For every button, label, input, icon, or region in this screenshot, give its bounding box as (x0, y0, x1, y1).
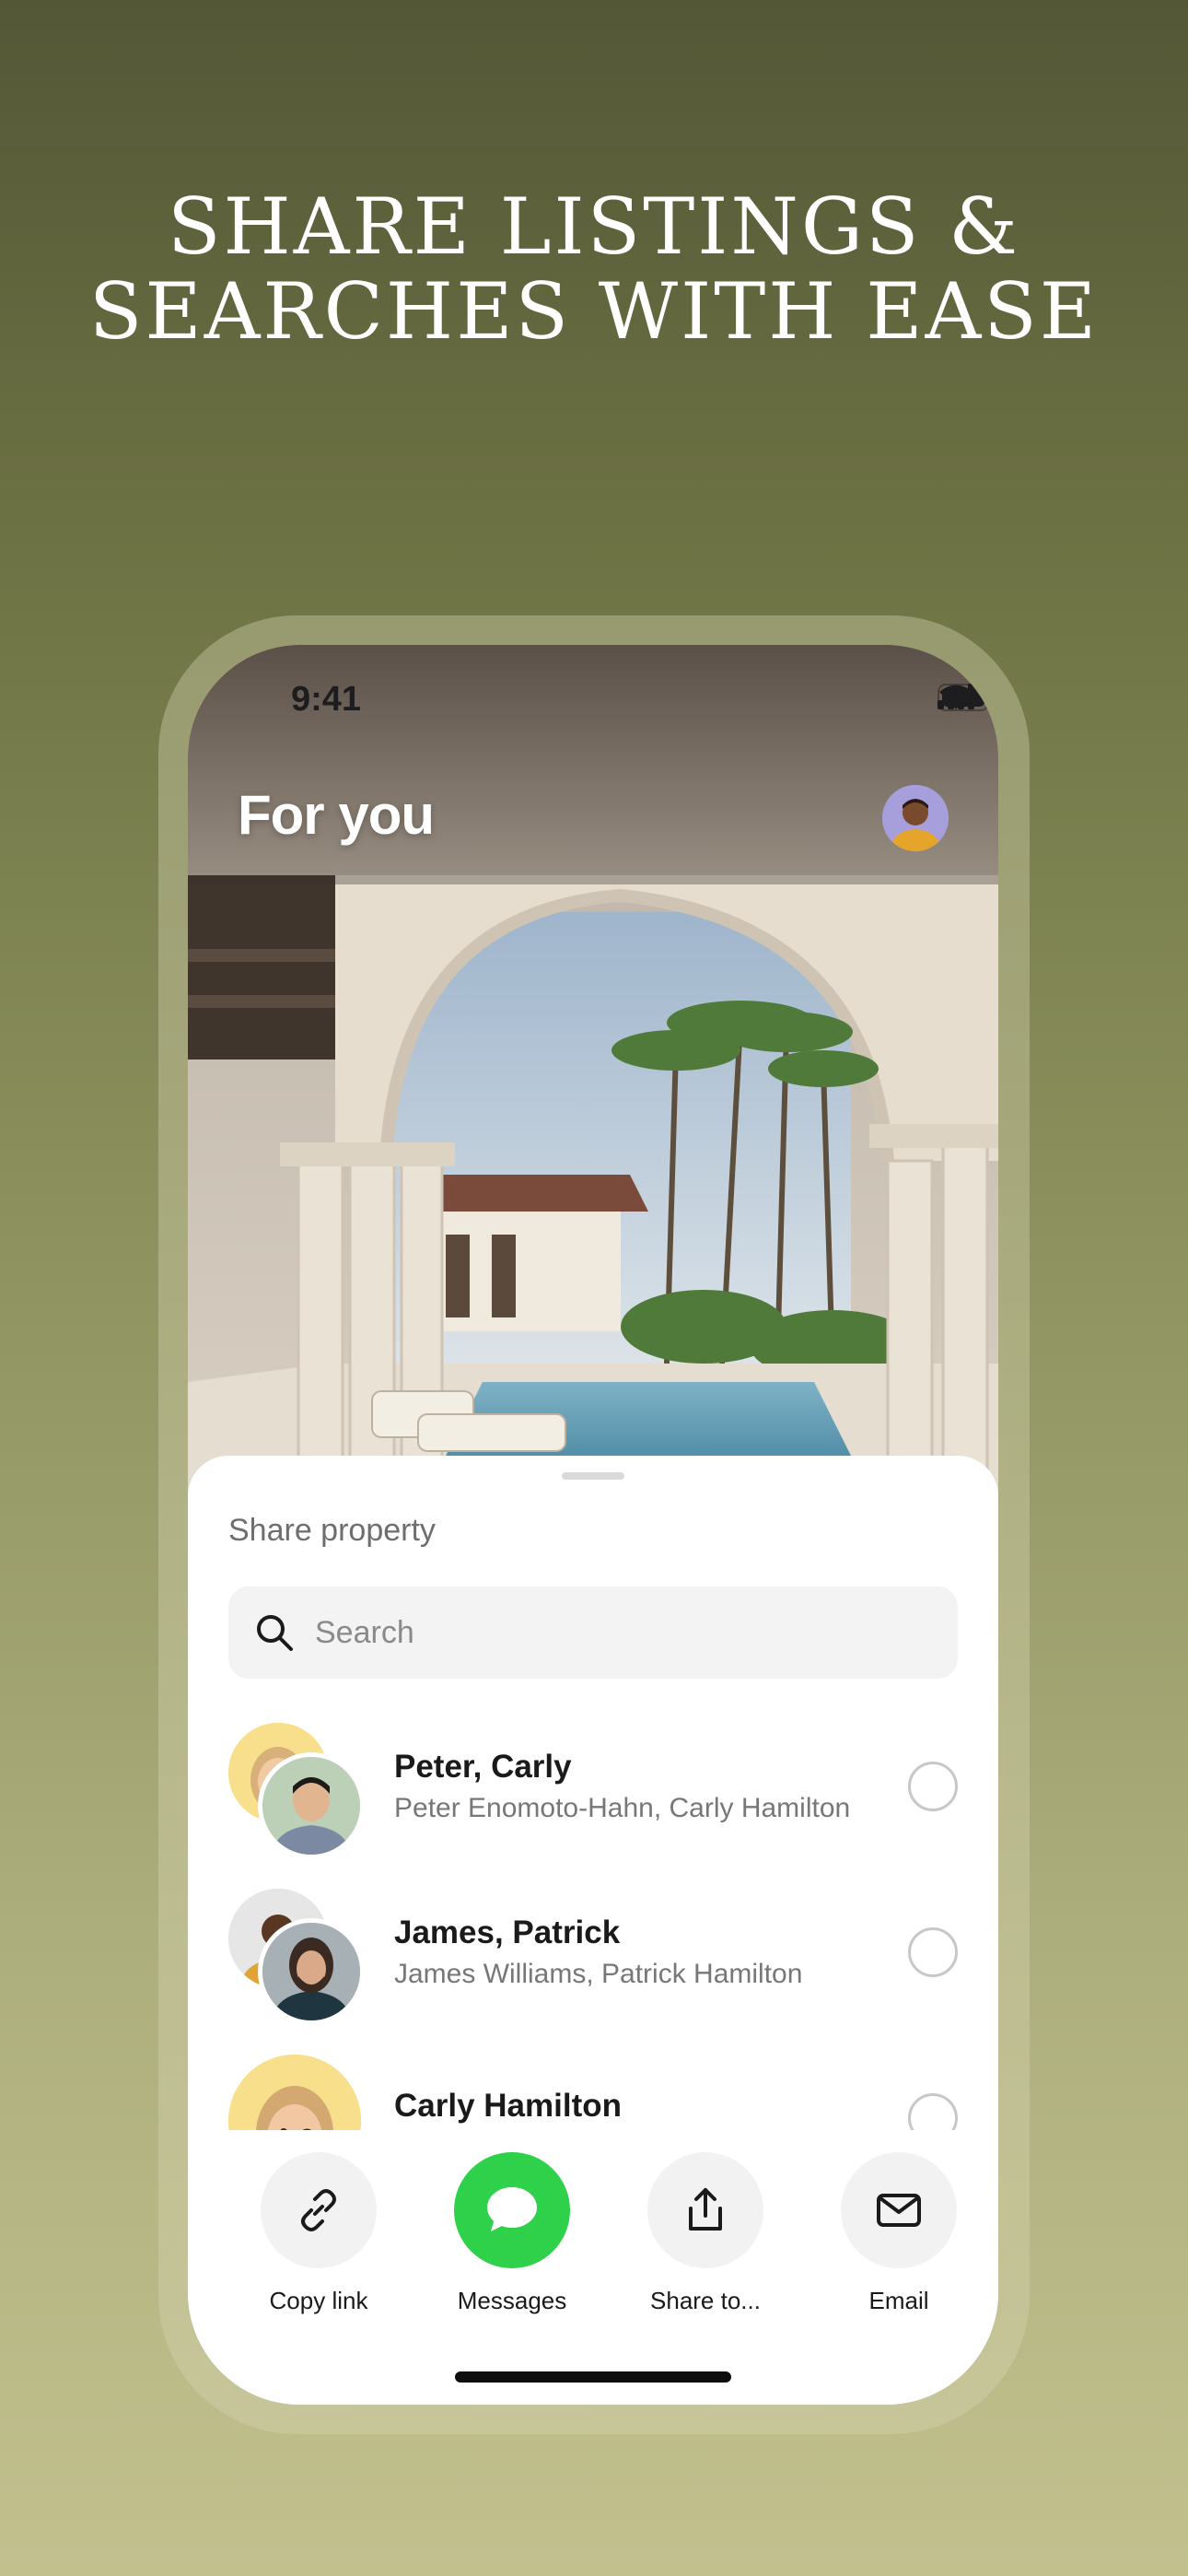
email-button[interactable]: Email (816, 2152, 982, 2315)
share-actions: Copy link Messages Share to... Email (188, 2152, 998, 2405)
messages-button[interactable]: Messages (429, 2152, 595, 2315)
avatar-patrick (258, 1918, 365, 2025)
contact-name: Carly Hamilton (394, 2088, 622, 2124)
email-icon (877, 2194, 921, 2227)
contact-row-carly-hamilton[interactable]: Carly Hamilton (188, 2042, 998, 2130)
share-to-button[interactable]: Share to... (623, 2152, 788, 2315)
link-icon (301, 2189, 336, 2231)
battery-icon (938, 684, 994, 711)
copy-link-circle (261, 2152, 377, 2268)
avatar-carly-hamilton (228, 2055, 361, 2130)
share-icon (689, 2188, 722, 2231)
share-to-circle (647, 2152, 763, 2268)
group-avatar (228, 1889, 367, 2027)
contact-name: James, Patrick (394, 1914, 621, 1950)
property-photo[interactable]: 9:41 For you (188, 645, 998, 1493)
phone-screen: 9:41 For you Share property Search Peter… (188, 645, 998, 2405)
search-box[interactable] (228, 1587, 958, 1679)
contact-members: Peter Enomoto-Hahn, Carly Hamilton (394, 1793, 851, 1823)
messages-icon (487, 2187, 537, 2231)
headline-line-2: SEARCHES WITH EASE (88, 266, 1100, 357)
home-indicator[interactable] (455, 2371, 731, 2383)
action-label: Copy link (269, 2287, 368, 2314)
search-input[interactable] (315, 1614, 923, 1651)
select-radio[interactable] (908, 1927, 958, 1977)
headline: SHARE LISTINGS & SEARCHES WITH EASE (0, 184, 1188, 354)
person-photo-icon (262, 1923, 360, 2020)
sheet-title: Share property (228, 1513, 436, 1548)
contact-members: James Williams, Patrick Hamilton (394, 1959, 803, 1989)
person-avatar-icon (882, 785, 949, 851)
action-label: Share to... (650, 2287, 761, 2314)
contact-list: Peter, Carly Peter Enomoto-Hahn, Carly H… (188, 1710, 998, 2130)
search-icon (257, 1615, 293, 1651)
contact-row-james-patrick[interactable]: James, Patrick James Williams, Patrick H… (188, 1876, 998, 2042)
sheet-grabber[interactable] (562, 1472, 624, 1480)
action-label: Email (868, 2287, 929, 2314)
messages-circle (454, 2152, 570, 2268)
page-title: For you (238, 784, 435, 846)
avatar-peter (258, 1752, 365, 1859)
select-radio[interactable] (908, 1762, 958, 1811)
profile-avatar[interactable] (882, 785, 949, 851)
person-photo-icon (262, 1757, 360, 1855)
action-label: Messages (457, 2287, 567, 2314)
copy-link-button[interactable]: Copy link (236, 2152, 402, 2315)
status-time: 9:41 (291, 680, 362, 719)
group-avatar (228, 1723, 367, 1861)
contact-name: Peter, Carly (394, 1749, 572, 1785)
contact-row-peter-carly[interactable]: Peter, Carly Peter Enomoto-Hahn, Carly H… (188, 1710, 998, 1876)
memoji-woman-icon (228, 2055, 361, 2130)
headline-line-1: SHARE LISTINGS & (167, 181, 1021, 272)
select-radio[interactable] (908, 2093, 958, 2130)
villa-illustration (188, 645, 998, 1493)
share-sheet: Share property Search Peter, Carly Peter… (188, 1456, 998, 2405)
contact-avatar (228, 2055, 367, 2130)
email-circle (841, 2152, 957, 2268)
